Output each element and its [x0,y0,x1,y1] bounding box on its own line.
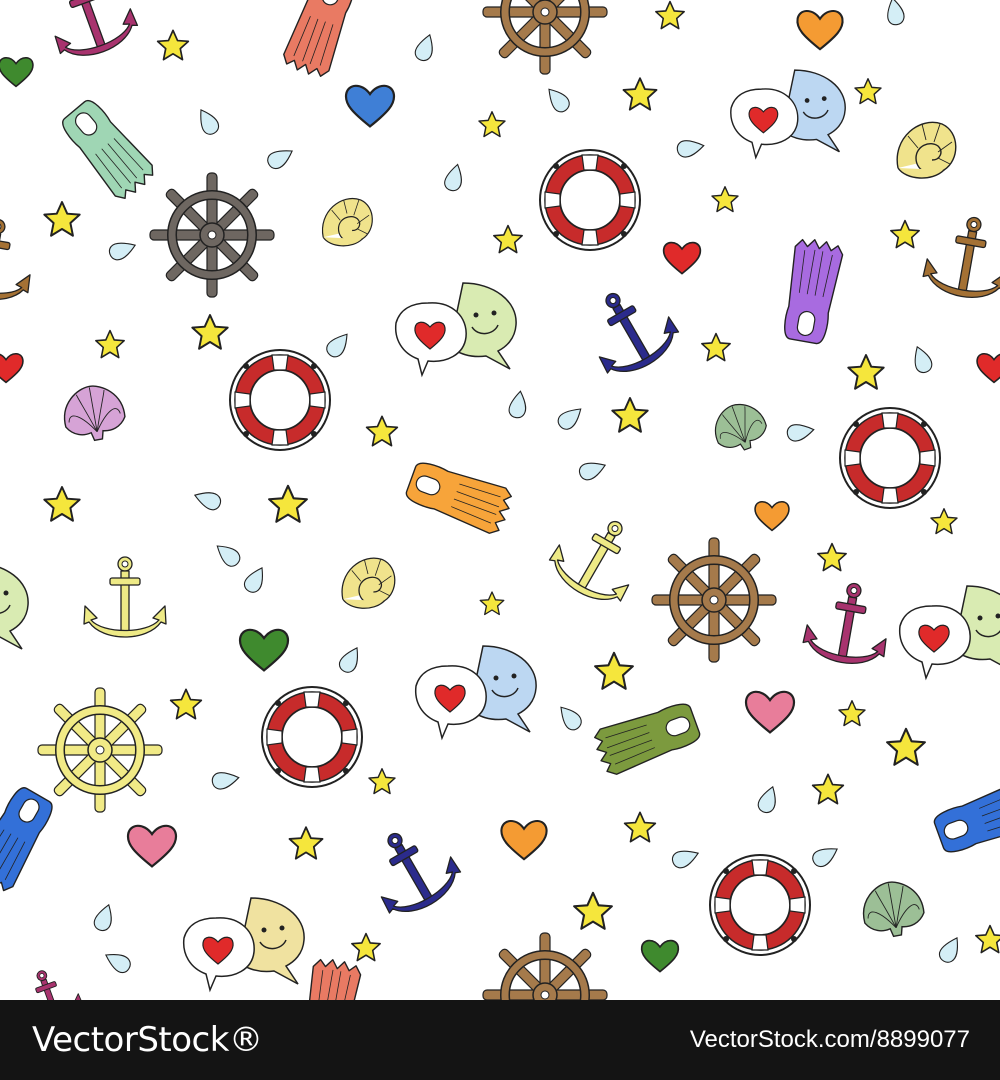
nautical-doodle-pattern [0,0,1000,1000]
vectorstock-logo: VectorStock® [32,1020,263,1060]
watermark-footer-bar: VectorStock® VectorStock.com/8899077 [0,1000,1000,1080]
stock-image-id: VectorStock.com/8899077 [689,1026,970,1053]
